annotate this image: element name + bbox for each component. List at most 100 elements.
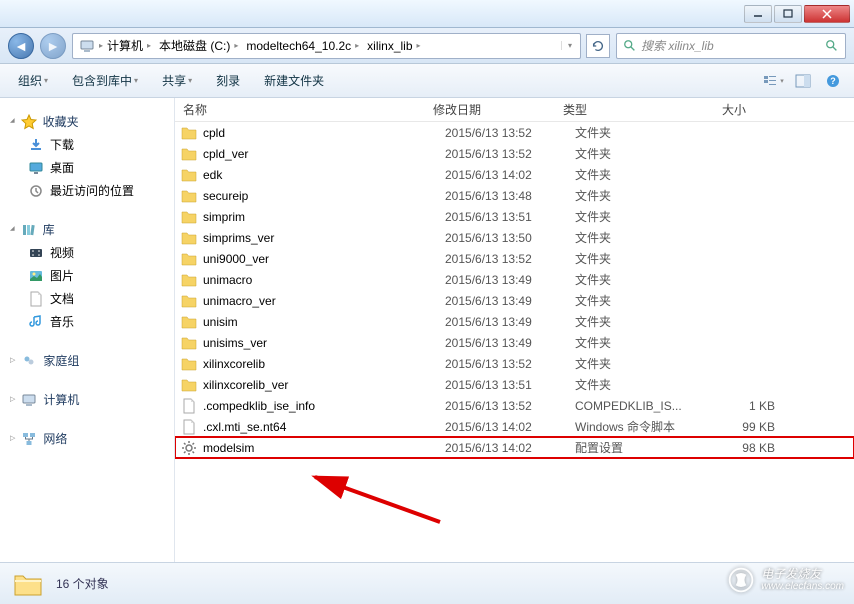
status-text: 16 个对象 bbox=[56, 575, 109, 592]
file-name: modelsim bbox=[203, 441, 445, 455]
search-input[interactable]: 搜索 xilinx_lib bbox=[616, 33, 846, 59]
column-name[interactable]: 名称 bbox=[175, 101, 425, 118]
file-name: edk bbox=[203, 168, 445, 182]
network-icon bbox=[21, 431, 37, 447]
watermark: 电子发烧友www.elecfans.com bbox=[727, 566, 844, 594]
sidebar-homegroup[interactable]: 家庭组 bbox=[6, 349, 168, 372]
sidebar-item-videos[interactable]: 视频 bbox=[6, 241, 168, 264]
window-maximize-button[interactable] bbox=[774, 5, 802, 23]
file-row[interactable]: modelsim2015/6/13 14:02配置设置98 KB bbox=[175, 437, 854, 458]
file-row[interactable]: uni9000_ver2015/6/13 13:52文件夹 bbox=[175, 248, 854, 269]
file-row[interactable]: simprim2015/6/13 13:51文件夹 bbox=[175, 206, 854, 227]
file-size: 99 KB bbox=[695, 420, 775, 434]
organize-button[interactable]: 组织 ▾ bbox=[8, 68, 58, 93]
file-type: 文件夹 bbox=[575, 313, 695, 330]
new-folder-button[interactable]: 新建文件夹 bbox=[254, 68, 334, 93]
computer-icon bbox=[79, 38, 95, 54]
address-bar: ◄ ► ▸ 计算机▸ 本地磁盘 (C:)▸ modeltech64_10.2c▸… bbox=[0, 28, 854, 64]
sidebar: 收藏夹 下载 桌面 最近访问的位置 库 视频 图片 文档 音乐 家庭组 计算机 … bbox=[0, 98, 175, 562]
picture-icon bbox=[28, 268, 44, 284]
breadcrumb-dropdown-icon[interactable]: ▾ bbox=[561, 41, 578, 50]
file-name: cpld bbox=[203, 126, 445, 140]
file-type: 文件夹 bbox=[575, 124, 695, 141]
sidebar-computer[interactable]: 计算机 bbox=[6, 388, 168, 411]
view-options-button[interactable]: ▾ bbox=[760, 68, 786, 94]
file-type: COMPEDKLIB_IS... bbox=[575, 399, 695, 413]
sidebar-item-recent[interactable]: 最近访问的位置 bbox=[6, 179, 168, 202]
file-date: 2015/6/13 13:51 bbox=[445, 378, 575, 392]
sidebar-item-documents[interactable]: 文档 bbox=[6, 287, 168, 310]
file-type: 文件夹 bbox=[575, 145, 695, 162]
file-name: unimacro_ver bbox=[203, 294, 445, 308]
window-minimize-button[interactable] bbox=[744, 5, 772, 23]
refresh-button[interactable] bbox=[586, 34, 610, 58]
file-row[interactable]: cpld2015/6/13 13:52文件夹 bbox=[175, 122, 854, 143]
breadcrumb-part[interactable]: xilinx_lib▸ bbox=[363, 39, 424, 53]
breadcrumb-part[interactable]: 本地磁盘 (C:)▸ bbox=[155, 37, 242, 54]
preview-pane-button[interactable] bbox=[790, 68, 816, 94]
file-name: .compedklib_ise_info bbox=[203, 399, 445, 413]
sidebar-favorites[interactable]: 收藏夹 bbox=[6, 110, 168, 133]
file-row[interactable]: unimacro_ver2015/6/13 13:49文件夹 bbox=[175, 290, 854, 311]
file-name: unisims_ver bbox=[203, 336, 445, 350]
nav-back-button[interactable]: ◄ bbox=[8, 33, 34, 59]
sidebar-libraries[interactable]: 库 bbox=[6, 218, 168, 241]
breadcrumb-part[interactable]: 计算机▸ bbox=[103, 37, 155, 54]
file-date: 2015/6/13 13:48 bbox=[445, 189, 575, 203]
breadcrumb[interactable]: ▸ 计算机▸ 本地磁盘 (C:)▸ modeltech64_10.2c▸ xil… bbox=[72, 33, 581, 59]
include-in-library-button[interactable]: 包含到库中 ▾ bbox=[62, 68, 148, 93]
column-type[interactable]: 类型 bbox=[555, 101, 675, 118]
file-row[interactable]: unisim2015/6/13 13:49文件夹 bbox=[175, 311, 854, 332]
file-row[interactable]: secureip2015/6/13 13:48文件夹 bbox=[175, 185, 854, 206]
file-row[interactable]: xilinxcorelib_ver2015/6/13 13:51文件夹 bbox=[175, 374, 854, 395]
file-name: .cxl.mti_se.nt64 bbox=[203, 420, 445, 434]
file-type: 文件夹 bbox=[575, 187, 695, 204]
file-row[interactable]: edk2015/6/13 14:02文件夹 bbox=[175, 164, 854, 185]
toolbar: 组织 ▾ 包含到库中 ▾ 共享 ▾ 刻录 新建文件夹 ▾ ? bbox=[0, 64, 854, 98]
share-button[interactable]: 共享 ▾ bbox=[152, 68, 202, 93]
file-pane: 名称 修改日期 类型 大小 cpld2015/6/13 13:52文件夹cpld… bbox=[175, 98, 854, 562]
file-type: 文件夹 bbox=[575, 355, 695, 372]
breadcrumb-part[interactable]: modeltech64_10.2c▸ bbox=[242, 39, 363, 53]
file-list[interactable]: cpld2015/6/13 13:52文件夹cpld_ver2015/6/13 … bbox=[175, 122, 854, 562]
file-date: 2015/6/13 13:51 bbox=[445, 210, 575, 224]
search-icon bbox=[623, 39, 637, 53]
file-date: 2015/6/13 13:52 bbox=[445, 399, 575, 413]
file-date: 2015/6/13 13:52 bbox=[445, 357, 575, 371]
file-row[interactable]: unisims_ver2015/6/13 13:49文件夹 bbox=[175, 332, 854, 353]
sidebar-network[interactable]: 网络 bbox=[6, 427, 168, 450]
desktop-icon bbox=[28, 160, 44, 176]
homegroup-icon bbox=[21, 353, 37, 369]
sidebar-item-pictures[interactable]: 图片 bbox=[6, 264, 168, 287]
file-row[interactable]: .cxl.mti_se.nt642015/6/13 14:02Windows 命… bbox=[175, 416, 854, 437]
file-name: xilinxcorelib bbox=[203, 357, 445, 371]
file-row[interactable]: cpld_ver2015/6/13 13:52文件夹 bbox=[175, 143, 854, 164]
music-icon bbox=[28, 314, 44, 330]
file-type: 文件夹 bbox=[575, 292, 695, 309]
column-headers[interactable]: 名称 修改日期 类型 大小 bbox=[175, 98, 854, 122]
search-go-icon[interactable] bbox=[825, 39, 839, 53]
window-close-button[interactable] bbox=[804, 5, 850, 23]
file-date: 2015/6/13 13:52 bbox=[445, 126, 575, 140]
file-type: 文件夹 bbox=[575, 166, 695, 183]
column-size[interactable]: 大小 bbox=[675, 101, 755, 118]
file-row[interactable]: .compedklib_ise_info2015/6/13 13:52COMPE… bbox=[175, 395, 854, 416]
file-row[interactable]: simprims_ver2015/6/13 13:50文件夹 bbox=[175, 227, 854, 248]
help-button[interactable]: ? bbox=[820, 68, 846, 94]
library-icon bbox=[21, 222, 37, 238]
folder-large-icon bbox=[12, 568, 44, 600]
file-type: 文件夹 bbox=[575, 376, 695, 393]
nav-forward-button[interactable]: ► bbox=[40, 33, 66, 59]
burn-button[interactable]: 刻录 bbox=[206, 68, 250, 93]
file-row[interactable]: xilinxcorelib2015/6/13 13:52文件夹 bbox=[175, 353, 854, 374]
file-size: 1 KB bbox=[695, 399, 775, 413]
file-type: 文件夹 bbox=[575, 334, 695, 351]
file-type: Windows 命令脚本 bbox=[575, 418, 695, 435]
file-name: unimacro bbox=[203, 273, 445, 287]
column-date[interactable]: 修改日期 bbox=[425, 101, 555, 118]
sidebar-item-desktop[interactable]: 桌面 bbox=[6, 156, 168, 179]
sidebar-item-downloads[interactable]: 下载 bbox=[6, 133, 168, 156]
sidebar-item-music[interactable]: 音乐 bbox=[6, 310, 168, 333]
file-row[interactable]: unimacro2015/6/13 13:49文件夹 bbox=[175, 269, 854, 290]
file-date: 2015/6/13 14:02 bbox=[445, 420, 575, 434]
